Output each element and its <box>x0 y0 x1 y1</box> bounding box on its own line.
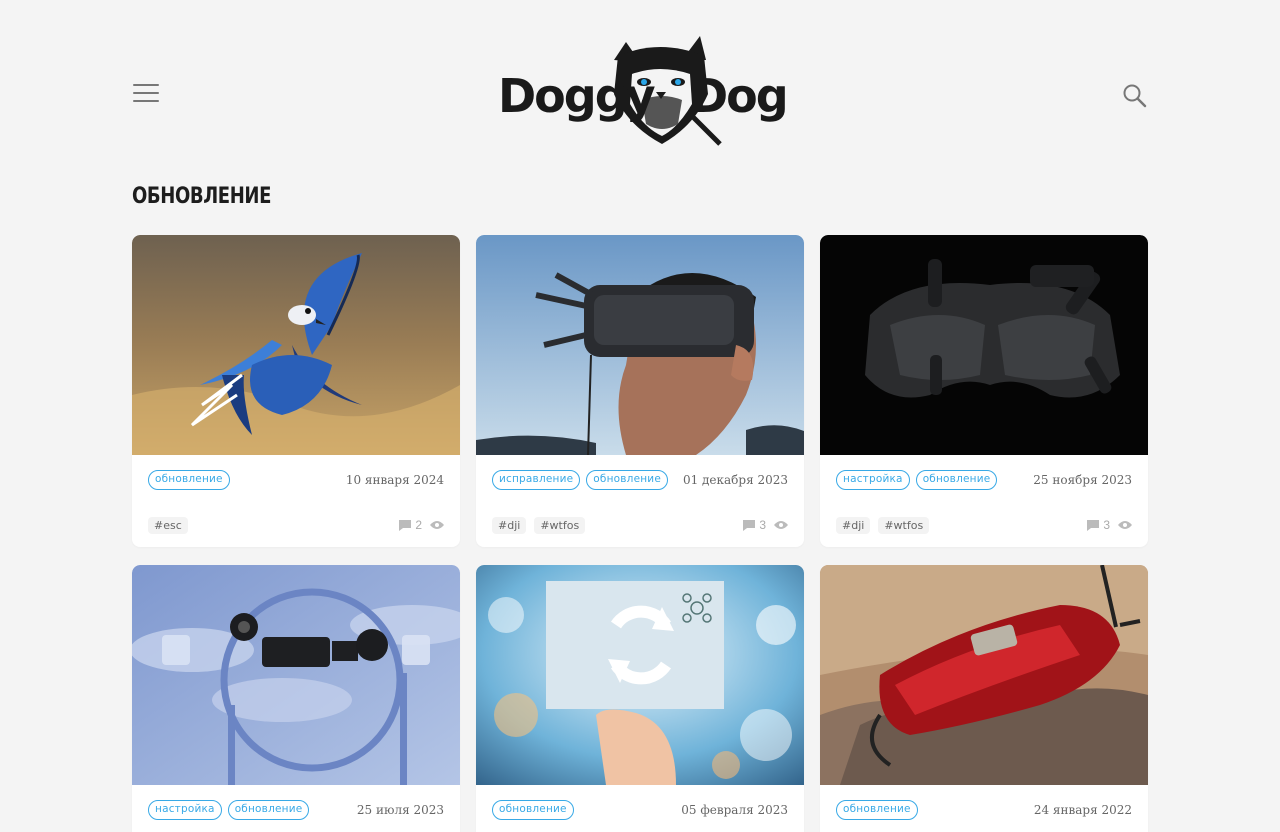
post-card[interactable]: обновление 05 февраля 2023 <box>476 565 804 832</box>
menu-line <box>133 100 159 102</box>
post-image-red-goggles[interactable] <box>820 565 1148 785</box>
post-tag[interactable]: #dji <box>492 516 527 534</box>
comments-count: 3 <box>1103 518 1110 532</box>
search-icon[interactable] <box>1122 83 1148 109</box>
menu-line <box>133 84 159 86</box>
post-tag[interactable]: #dji <box>836 516 871 534</box>
category-badge[interactable]: обновление <box>227 800 310 820</box>
post-card[interactable]: настройка обновление 25 июля 2023 <box>132 565 460 832</box>
post-date: 25 ноября 2023 <box>1033 473 1132 487</box>
category-badge[interactable]: исправление <box>492 470 581 490</box>
comments-icon <box>743 519 756 531</box>
views-icon <box>1118 521 1132 529</box>
comments-icon <box>399 519 412 531</box>
comments-count: 3 <box>759 518 766 532</box>
category-badge[interactable]: настройка <box>148 800 222 820</box>
post-date: 10 января 2024 <box>345 473 444 487</box>
post-card[interactable]: исправление обновление 01 декабря 2023 #… <box>476 235 804 547</box>
hamburger-menu-button[interactable] <box>133 84 159 104</box>
post-card[interactable]: обновление 24 января 2022 <box>820 565 1148 832</box>
post-date: 01 декабря 2023 <box>682 473 788 487</box>
comments-count: 2 <box>415 518 422 532</box>
category-badge[interactable]: обновление <box>148 470 230 490</box>
category-badge[interactable]: обновление <box>915 470 998 490</box>
svg-text:Dog: Dog <box>690 69 786 123</box>
views-icon <box>774 521 788 529</box>
post-image-bird[interactable] <box>132 235 460 455</box>
post-date: 05 февраля 2023 <box>681 803 788 817</box>
post-date: 25 июля 2023 <box>356 803 444 817</box>
category-badge[interactable]: обновление <box>492 800 574 820</box>
post-card[interactable]: обновление 10 января 2024 #esc 2 <box>132 235 460 547</box>
post-tag[interactable]: #wtfos <box>878 516 930 534</box>
site-header: Doggy Dog <box>0 0 1280 170</box>
post-image-dji-goggles[interactable] <box>820 235 1148 455</box>
post-image-drone-parts[interactable] <box>132 565 460 785</box>
post-tag[interactable]: #wtfos <box>534 516 586 534</box>
post-image-update-card[interactable] <box>476 565 804 785</box>
post-card[interactable]: настройка обновление 25 ноября 2023 #dji… <box>820 235 1148 547</box>
section-title: Обновление <box>132 184 272 209</box>
site-logo[interactable]: Doggy Dog <box>494 34 786 152</box>
post-date: 24 января 2022 <box>1033 803 1132 817</box>
menu-line <box>133 92 159 94</box>
category-badge[interactable]: обновление <box>836 800 918 820</box>
category-badge[interactable]: настройка <box>836 470 910 490</box>
category-badge[interactable]: обновление <box>586 470 668 490</box>
svg-text:Doggy: Doggy <box>498 69 656 123</box>
views-icon <box>430 521 444 529</box>
post-image-fpv-goggles-man[interactable] <box>476 235 804 455</box>
comments-icon <box>1087 519 1100 531</box>
post-tag[interactable]: #esc <box>148 516 188 534</box>
